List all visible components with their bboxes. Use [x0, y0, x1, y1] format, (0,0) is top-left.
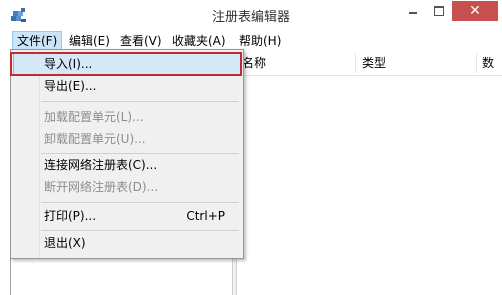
- menu-item-export[interactable]: 导出(E)...: [11, 75, 243, 97]
- menu-file[interactable]: 文件(F): [12, 31, 63, 51]
- menu-item-print[interactable]: 打印(P)... Ctrl+P: [11, 205, 243, 227]
- menu-bar: 文件(F) 编辑(E) 查看(V) 收藏夹(A) 帮助(H): [0, 31, 502, 51]
- menu-view[interactable]: 查看(V): [116, 32, 166, 50]
- close-button[interactable]: ✕: [452, 1, 498, 21]
- minimize-button[interactable]: [400, 1, 426, 21]
- column-divider[interactable]: [476, 53, 477, 73]
- menu-item-label: 导出(E)...: [44, 79, 97, 93]
- menu-item-unload-hive: 卸载配置单元(U)...: [11, 128, 243, 150]
- menu-item-connect-network-registry[interactable]: 连接网络注册表(C)...: [11, 154, 243, 176]
- column-header-data[interactable]: 数: [482, 51, 494, 75]
- header-underline: [236, 75, 502, 76]
- file-menu-dropdown: 导入(I)... 导出(E)... 加载配置单元(L)... 卸载配置单元(U)…: [10, 49, 244, 259]
- menu-help[interactable]: 帮助(H): [235, 32, 285, 50]
- menu-item-label: 加载配置单元(L)...: [44, 110, 144, 124]
- maximize-button[interactable]: [426, 1, 452, 21]
- menu-separator: [41, 101, 239, 102]
- registry-editor-window: 注册表编辑器 ✕ 文件(F) 编辑(E) 查看(V) 收藏夹(A) 帮助(H) …: [0, 0, 502, 295]
- column-header-name[interactable]: 名称: [242, 51, 266, 75]
- menu-item-disconnect-network-registry: 断开网络注册表(D)...: [11, 176, 243, 198]
- menu-item-label: 卸载配置单元(U)...: [44, 132, 146, 146]
- menu-item-label: 打印(P)...: [44, 209, 97, 223]
- column-header-type[interactable]: 类型: [362, 51, 386, 75]
- menu-separator: [41, 230, 239, 231]
- menu-item-label: 断开网络注册表(D)...: [44, 180, 159, 194]
- menu-item-load-hive: 加载配置单元(L)...: [11, 106, 243, 128]
- menu-edit[interactable]: 编辑(E): [65, 32, 114, 50]
- title-bar: 注册表编辑器 ✕: [0, 0, 502, 31]
- menu-separator: [41, 202, 239, 203]
- menu-item-label: 导入(I)...: [44, 57, 93, 71]
- column-divider[interactable]: [355, 53, 356, 73]
- menu-item-import[interactable]: 导入(I)...: [10, 52, 243, 76]
- close-icon: ✕: [469, 3, 481, 19]
- menu-item-label: 连接网络注册表(C)...: [44, 158, 158, 172]
- menu-item-label: 退出(X): [44, 236, 86, 250]
- menu-favorites[interactable]: 收藏夹(A): [168, 32, 230, 50]
- menu-item-exit[interactable]: 退出(X): [11, 232, 243, 254]
- menu-item-shortcut: Ctrl+P: [186, 209, 225, 223]
